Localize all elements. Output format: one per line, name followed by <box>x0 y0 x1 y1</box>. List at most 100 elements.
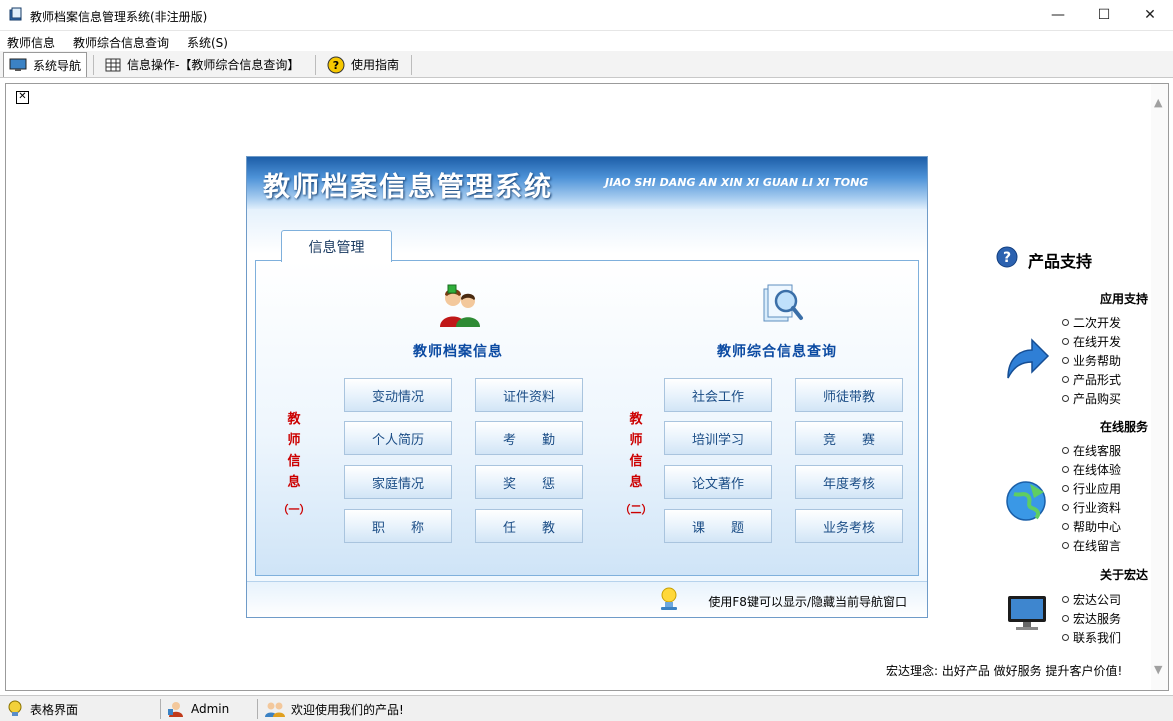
navigation-panel: 教师档案信息管理系统 JIAO SHI DANG AN XIN XI GUAN … <box>246 156 928 618</box>
monitor-icon <box>9 58 27 71</box>
link-company[interactable]: 宏达公司 <box>1062 591 1121 608</box>
link-product-form[interactable]: 产品形式 <box>1062 371 1121 388</box>
info-management-area: 教师档案信息 教师综合信息查询 教 师 信 息 （一） 教 师 信 息 （二） … <box>255 260 919 576</box>
grid-table-icon <box>105 58 121 71</box>
menu-teacher-info[interactable]: 教师信息 <box>7 34 55 51</box>
btn-resume[interactable]: 个人简历 <box>344 421 452 455</box>
title-bar: 教师档案信息管理系统(非注册版) — ☐ ✕ <box>0 0 1173 31</box>
maximize-button[interactable]: ☐ <box>1081 0 1127 30</box>
btn-rewards[interactable]: 奖 惩 <box>475 465 583 499</box>
tab-info-management[interactable]: 信息管理 <box>281 230 392 262</box>
menu-system[interactable]: 系统(S) <box>187 34 228 51</box>
tab-system-nav-label: 系统导航 <box>33 58 82 73</box>
vertical-char: 信 <box>287 454 301 469</box>
banner-pinyin: JIAO SHI DANG AN XIN XI GUAN LI XI TONG <box>605 176 869 189</box>
product-support: ? 产品支持 应用支持 二次开发 在线开发 业务帮助 产品形式 产品购买 在线服… <box>996 244 1166 684</box>
toolbar-divider <box>93 55 94 75</box>
tab-info-operation[interactable]: 信息操作-【教师综合信息查询】 <box>100 52 304 77</box>
scroll-up-icon[interactable]: ▲ <box>1154 96 1162 109</box>
close-panel-icon[interactable]: ✕ <box>16 91 29 104</box>
vertical-char: 师 <box>287 433 301 448</box>
status-divider <box>160 699 161 719</box>
status-view-label: 表格界面 <box>30 702 79 717</box>
link-industry-data[interactable]: 行业资料 <box>1062 499 1121 516</box>
btn-certificates[interactable]: 证件资料 <box>475 378 583 412</box>
main-content: ✕ ▲ ▼ 教师档案信息管理系统 JIAO SHI DANG AN XIN XI… <box>5 83 1169 691</box>
toolbar-divider <box>411 55 412 75</box>
link-online-trial[interactable]: 在线体验 <box>1062 461 1121 478</box>
btn-papers[interactable]: 论文著作 <box>664 465 772 499</box>
status-welcome: 欢迎使用我们的产品! <box>265 699 404 719</box>
status-divider <box>257 699 258 719</box>
btn-attendance[interactable]: 考 勤 <box>475 421 583 455</box>
vertical-label-right: 教 师 信 息 （二） <box>620 409 653 520</box>
help-icon: ? <box>327 56 345 73</box>
vertical-label-left: 教 师 信 息 （一） <box>278 409 311 520</box>
menu-comprehensive-query[interactable]: 教师综合信息查询 <box>73 34 169 51</box>
close-button[interactable]: ✕ <box>1127 0 1173 30</box>
vertical-number: （一） <box>277 503 311 516</box>
help-circle-icon: ? <box>996 246 1018 268</box>
arrow-icon <box>1007 338 1050 379</box>
status-user-label: Admin <box>191 702 230 716</box>
vertical-char: 教 <box>629 412 643 427</box>
computer-monitor-icon <box>1008 596 1046 630</box>
user-icon <box>168 702 183 717</box>
svg-text:?: ? <box>1003 250 1011 266</box>
link-help-center[interactable]: 帮助中心 <box>1062 518 1121 535</box>
toolbar: 系统导航 信息操作-【教师综合信息查询】 ? 使用指南 <box>0 51 1173 78</box>
group-app-support: 应用支持 <box>1099 292 1148 306</box>
lightbulb-status-icon <box>8 700 22 716</box>
btn-title[interactable]: 职 称 <box>344 509 452 543</box>
btn-social-work[interactable]: 社会工作 <box>664 378 772 412</box>
link-message[interactable]: 在线留言 <box>1062 537 1121 554</box>
btn-training[interactable]: 培训学习 <box>664 421 772 455</box>
tab-info-operation-label: 信息操作-【教师综合信息查询】 <box>127 58 300 72</box>
link-online-dev[interactable]: 在线开发 <box>1062 333 1121 350</box>
btn-competition[interactable]: 竞 赛 <box>795 421 903 455</box>
vertical-char: 教 <box>287 412 301 427</box>
link-online-cs[interactable]: 在线客服 <box>1062 442 1121 459</box>
menu-bar: 教师信息 教师综合信息查询 系统(S) <box>0 31 1173 51</box>
window-title: 教师档案信息管理系统(非注册版) <box>30 10 208 24</box>
tab-system-nav[interactable]: 系统导航 <box>3 52 88 77</box>
users-group-icon <box>265 702 285 717</box>
globe-icon <box>1006 481 1046 521</box>
link-contact[interactable]: 联系我们 <box>1062 629 1121 646</box>
section-comprehensive-query: 教师综合信息查询 <box>717 344 837 360</box>
btn-family[interactable]: 家庭情况 <box>344 465 452 499</box>
link-industry-app[interactable]: 行业应用 <box>1062 480 1121 497</box>
vertical-char: 师 <box>629 433 643 448</box>
group-online-service: 在线服务 <box>1099 420 1148 434</box>
vertical-char: 信 <box>629 454 643 469</box>
status-user: Admin <box>167 699 229 719</box>
link-business-help[interactable]: 业务帮助 <box>1062 352 1121 369</box>
toolbar-divider <box>315 55 316 75</box>
link-purchase[interactable]: 产品购买 <box>1062 390 1121 407</box>
app-icon <box>9 7 22 21</box>
tab-user-guide[interactable]: ? 使用指南 <box>322 52 404 77</box>
support-title: 产品支持 <box>1028 252 1093 271</box>
vertical-number: （二） <box>619 503 653 516</box>
btn-projects[interactable]: 课 题 <box>664 509 772 543</box>
tab-user-guide-label: 使用指南 <box>351 58 400 72</box>
btn-teaching[interactable]: 任 教 <box>475 509 583 543</box>
btn-business-review[interactable]: 业务考核 <box>795 509 903 543</box>
link-secondary-dev[interactable]: 二次开发 <box>1062 314 1121 331</box>
section-teacher-archive: 教师档案信息 <box>413 344 503 360</box>
btn-mentoring[interactable]: 师徒带教 <box>795 378 903 412</box>
btn-annual-review[interactable]: 年度考核 <box>795 465 903 499</box>
lightbulb-icon <box>661 587 677 610</box>
status-bar: 表格界面 Admin 欢迎使用我们的产品! <box>0 695 1173 721</box>
status-welcome-label: 欢迎使用我们的产品! <box>291 702 404 717</box>
link-service[interactable]: 宏达服务 <box>1062 610 1121 627</box>
banner: 教师档案信息管理系统 JIAO SHI DANG AN XIN XI GUAN … <box>247 157 927 209</box>
group-about: 关于宏达 <box>1099 568 1148 582</box>
search-document-icon <box>763 284 803 322</box>
teacher-users-icon <box>440 284 480 327</box>
f8-hint: 使用F8键可以显示/隐藏当前导航窗口 <box>708 595 907 609</box>
banner-title: 教师档案信息管理系统 <box>263 172 553 203</box>
btn-change-status[interactable]: 变动情况 <box>344 378 452 412</box>
minimize-button[interactable]: — <box>1035 0 1081 30</box>
svg-text:?: ? <box>333 59 339 72</box>
